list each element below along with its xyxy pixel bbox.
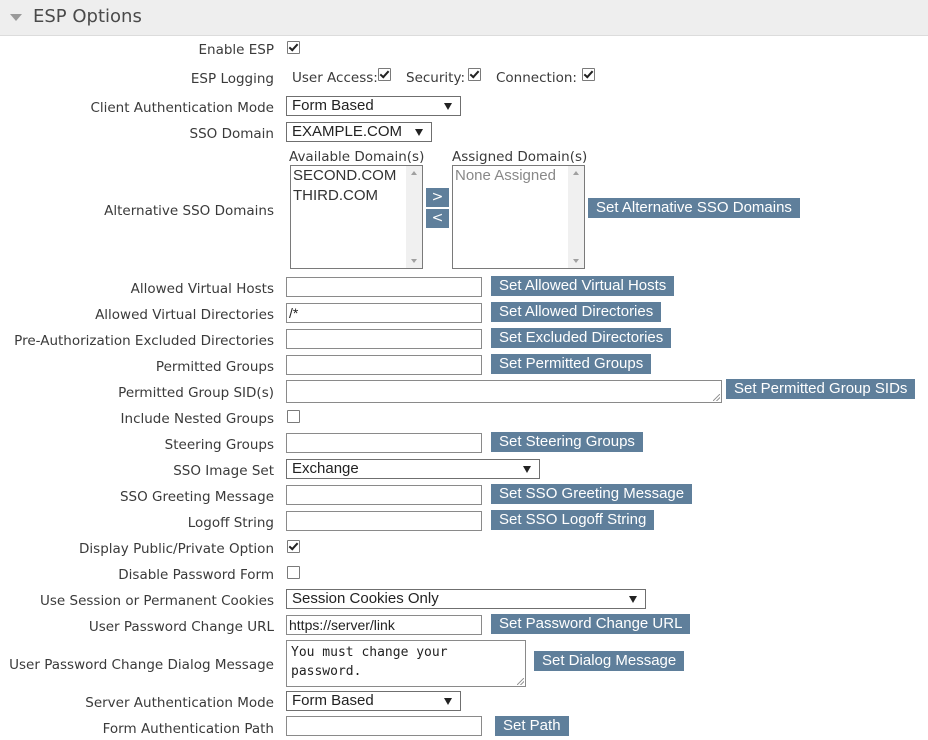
steering-groups-input[interactable] bbox=[286, 433, 482, 453]
list-item[interactable]: SECOND.COM bbox=[291, 166, 422, 186]
list-placeholder: None Assigned bbox=[455, 167, 556, 184]
permitted-groups-input[interactable] bbox=[286, 355, 482, 375]
sso-image-set-label: SSO Image Set bbox=[173, 463, 274, 479]
allowed-virtual-directories-input[interactable]: /* bbox=[286, 303, 482, 323]
chevron-down-icon bbox=[444, 103, 452, 110]
client-auth-mode-value: Form Based bbox=[292, 97, 374, 114]
set-steering-groups-button[interactable]: Set Steering Groups bbox=[491, 432, 643, 452]
chevron-down-icon bbox=[629, 596, 637, 603]
chevron-down-icon bbox=[415, 129, 423, 136]
sso-image-set-select[interactable]: Exchange bbox=[286, 459, 540, 479]
form-auth-path-label: Form Authentication Path bbox=[102, 721, 274, 737]
permitted-group-sids-textarea[interactable] bbox=[286, 380, 722, 403]
user-access-label: User Access: bbox=[292, 70, 378, 86]
panel-title: ESP Options bbox=[33, 6, 142, 27]
allowed-virtual-hosts-input[interactable] bbox=[286, 277, 482, 297]
server-auth-mode-value: Form Based bbox=[292, 692, 374, 709]
security-label: Security: bbox=[406, 70, 466, 86]
enable-esp-label: Enable ESP bbox=[198, 42, 274, 58]
set-path-button[interactable]: Set Path bbox=[495, 716, 569, 736]
set-permitted-group-sids-button[interactable]: Set Permitted Group SIDs bbox=[726, 379, 916, 399]
server-auth-mode-select[interactable]: Form Based bbox=[286, 691, 461, 711]
include-nested-groups-checkbox[interactable] bbox=[287, 410, 300, 423]
sso-domain-label: SSO Domain bbox=[189, 126, 274, 142]
scrollbar[interactable] bbox=[568, 166, 584, 268]
session-cookies-label: Use Session or Permanent Cookies bbox=[40, 593, 274, 609]
session-cookies-select[interactable]: Session Cookies Only bbox=[286, 589, 646, 609]
set-sso-greeting-message-button[interactable]: Set SSO Greeting Message bbox=[491, 484, 693, 504]
collapse-triangle-icon[interactable] bbox=[10, 14, 22, 21]
set-permitted-groups-button[interactable]: Set Permitted Groups bbox=[491, 354, 652, 374]
set-password-change-url-button[interactable]: Set Password Change URL bbox=[491, 614, 691, 634]
password-change-dialog-textarea[interactable]: You must change your password. bbox=[286, 640, 526, 687]
disable-password-form-checkbox[interactable] bbox=[287, 566, 300, 579]
add-domain-button[interactable]: > bbox=[426, 188, 449, 207]
enable-esp-checkbox[interactable] bbox=[287, 41, 300, 54]
set-sso-logoff-string-button[interactable]: Set SSO Logoff String bbox=[491, 510, 655, 530]
available-domains-list[interactable]: SECOND.COM THIRD.COM bbox=[290, 165, 423, 269]
sso-greeting-message-label: SSO Greeting Message bbox=[119, 489, 274, 505]
include-nested-groups-label: Include Nested Groups bbox=[120, 411, 274, 427]
sso-image-set-value: Exchange bbox=[292, 460, 359, 477]
connection-label: Connection: bbox=[496, 70, 577, 86]
set-dialog-message-button[interactable]: Set Dialog Message bbox=[534, 651, 685, 671]
alt-sso-domains-label: Alternative SSO Domains bbox=[104, 203, 274, 219]
display-public-private-checkbox[interactable] bbox=[287, 540, 300, 553]
client-auth-mode-select[interactable]: Form Based bbox=[286, 96, 461, 116]
connection-checkbox[interactable] bbox=[582, 68, 595, 81]
list-item[interactable]: THIRD.COM bbox=[291, 186, 422, 206]
client-auth-mode-label: Client Authentication Mode bbox=[90, 100, 274, 116]
security-checkbox[interactable] bbox=[468, 68, 481, 81]
logoff-string-label: Logoff String bbox=[187, 515, 274, 531]
sso-greeting-message-input[interactable] bbox=[286, 485, 482, 505]
scroll-up-icon[interactable] bbox=[573, 171, 579, 175]
remove-domain-button[interactable]: < bbox=[426, 209, 449, 228]
password-change-url-label: User Password Change URL bbox=[88, 619, 274, 635]
available-domains-label: Available Domain(s) bbox=[289, 149, 425, 165]
resize-grip-icon[interactable] bbox=[713, 394, 720, 401]
scrollbar[interactable] bbox=[406, 166, 422, 268]
steering-groups-label: Steering Groups bbox=[164, 437, 274, 453]
set-excluded-directories-button[interactable]: Set Excluded Directories bbox=[491, 328, 672, 348]
chevron-down-icon bbox=[444, 698, 452, 705]
allowed-virtual-directories-label: Allowed Virtual Directories bbox=[95, 307, 274, 323]
scroll-down-icon[interactable] bbox=[411, 259, 417, 263]
sso-domain-value: EXAMPLE.COM bbox=[292, 123, 403, 140]
allowed-virtual-hosts-label: Allowed Virtual Hosts bbox=[130, 281, 274, 297]
session-cookies-value: Session Cookies Only bbox=[292, 590, 439, 607]
scroll-up-icon[interactable] bbox=[411, 171, 417, 175]
preauth-excluded-directories-label: Pre-Authorization Excluded Directories bbox=[14, 333, 274, 349]
chevron-down-icon bbox=[523, 466, 531, 473]
form-auth-path-input[interactable] bbox=[286, 716, 482, 736]
panel-header[interactable]: ESP Options bbox=[0, 0, 928, 36]
logoff-string-input[interactable] bbox=[286, 511, 482, 531]
sso-domain-select[interactable]: EXAMPLE.COM bbox=[286, 122, 432, 142]
resize-grip-icon[interactable] bbox=[517, 678, 524, 685]
display-public-private-label: Display Public/Private Option bbox=[79, 541, 274, 557]
user-access-checkbox[interactable] bbox=[378, 68, 391, 81]
server-auth-mode-label: Server Authentication Mode bbox=[85, 695, 274, 711]
disable-password-form-label: Disable Password Form bbox=[118, 567, 274, 583]
preauth-excluded-directories-input[interactable] bbox=[286, 329, 482, 349]
esp-logging-label: ESP Logging bbox=[190, 71, 274, 87]
set-alt-sso-domains-button[interactable]: Set Alternative SSO Domains bbox=[588, 198, 800, 218]
assigned-domains-list[interactable]: None Assigned bbox=[452, 165, 585, 269]
password-change-dialog-label: User Password Change Dialog Message bbox=[9, 657, 274, 673]
assigned-domains-label: Assigned Domain(s) bbox=[452, 149, 588, 165]
permitted-group-sids-label: Permitted Group SID(s) bbox=[118, 385, 274, 401]
password-change-url-input[interactable]: https://server/link bbox=[286, 615, 482, 635]
scroll-down-icon[interactable] bbox=[573, 259, 579, 263]
set-allowed-virtual-hosts-button[interactable]: Set Allowed Virtual Hosts bbox=[491, 276, 675, 296]
set-allowed-directories-button[interactable]: Set Allowed Directories bbox=[491, 302, 662, 322]
permitted-groups-label: Permitted Groups bbox=[155, 359, 274, 375]
